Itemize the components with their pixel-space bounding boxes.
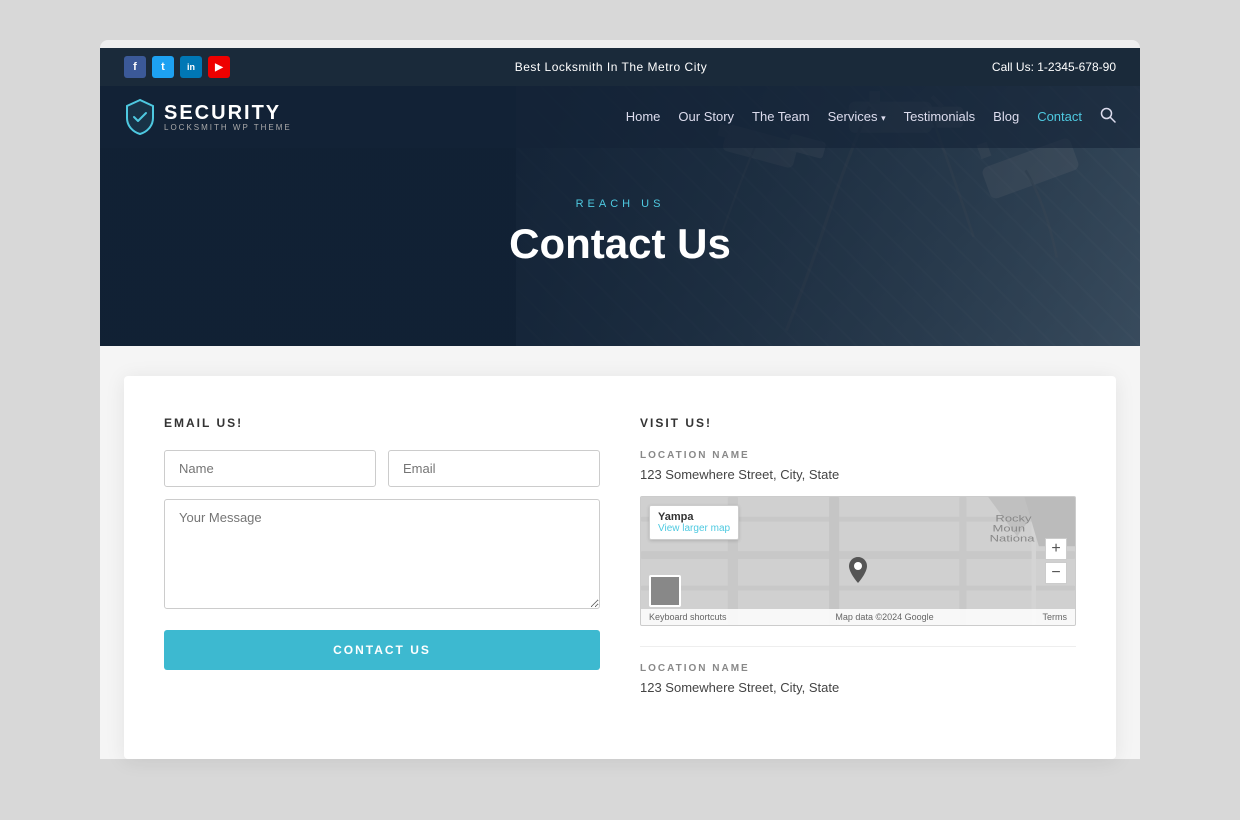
map-controls: + − [1045,538,1067,584]
form-heading: EMAIL US! [164,416,600,430]
logo-subtitle: LOCKSMITH WP THEME [164,123,292,132]
logo[interactable]: SECURITY LOCKSMITH WP THEME [124,98,292,136]
location2-address: 123 Somewhere Street, City, State [640,680,1076,695]
map-inner: Rocky Moun Nationa Yampa View larger map [641,497,1075,625]
contact-form-section: EMAIL US! CONTACT US [164,416,600,709]
linkedin-icon[interactable]: in [180,56,202,78]
top-bar: f t in ▶ Best Locksmith In The Metro Cit… [100,48,1140,86]
map-thumbnail [649,575,681,607]
location1-address: 123 Somewhere Street, City, State [640,467,1076,482]
tagline: Best Locksmith In The Metro City [515,60,708,74]
content-section: EMAIL US! CONTACT US VISIT US! LOCATION … [124,376,1116,759]
social-icons: f t in ▶ [124,56,230,78]
logo-text: SECURITY [164,102,292,125]
nav-contact[interactable]: Contact [1037,109,1082,124]
hero-title: Contact Us [100,220,1140,268]
page-wrapper: f t in ▶ Best Locksmith In The Metro Cit… [100,0,1140,799]
map-label-box: Yampa View larger map [649,505,739,540]
map-zoom-in[interactable]: + [1045,538,1067,560]
email-input[interactable] [388,450,600,487]
nav-blog[interactable]: Blog [993,109,1019,124]
message-textarea[interactable] [164,499,600,609]
map-town: Yampa [658,511,730,523]
facebook-icon[interactable]: f [124,56,146,78]
navigation: SECURITY LOCKSMITH WP THEME Home Our Sto… [100,86,1140,148]
shield-icon [124,98,156,136]
youtube-icon[interactable]: ▶ [208,56,230,78]
nav-services[interactable]: Services ▾ [828,109,886,124]
hero-content: REACH US Contact Us [100,148,1140,328]
submit-button[interactable]: CONTACT US [164,630,600,670]
phone-number: Call Us: 1-2345-678-90 [992,60,1116,74]
form-name-email-row [164,450,600,487]
map-terms: Terms [1043,612,1068,622]
map-bottom-bar: Keyboard shortcuts Map data ©2024 Google… [641,609,1075,625]
nav-home[interactable]: Home [626,109,661,124]
location2-label: LOCATION NAME [640,663,1076,674]
map-zoom-out[interactable]: − [1045,562,1067,584]
search-icon[interactable] [1100,110,1116,127]
map-larger-link[interactable]: View larger map [658,523,730,534]
nav-the-team[interactable]: The Team [752,109,810,124]
map-1: Rocky Moun Nationa Yampa View larger map [640,496,1076,626]
nav-links: Home Our Story The Team Services ▾ Testi… [626,107,1116,128]
map-data-label: Map data ©2024 Google [835,612,933,622]
twitter-icon[interactable]: t [152,56,174,78]
nav-testimonials[interactable]: Testimonials [904,109,976,124]
svg-text:Rocky: Rocky [995,514,1032,524]
svg-text:Nationa: Nationa [990,534,1036,544]
visit-section: VISIT US! LOCATION NAME 123 Somewhere St… [640,416,1076,709]
name-input[interactable] [164,450,376,487]
hero-section: SECURITY LOCKSMITH WP THEME Home Our Sto… [100,86,1140,346]
svg-text:Moun: Moun [993,524,1026,534]
visit-heading: VISIT US! [640,416,1076,430]
map-pin [848,557,868,585]
keyboard-shortcuts: Keyboard shortcuts [649,612,727,622]
location1-label: LOCATION NAME [640,450,1076,461]
nav-our-story[interactable]: Our Story [678,109,734,124]
hero-subtitle: REACH US [100,198,1140,210]
